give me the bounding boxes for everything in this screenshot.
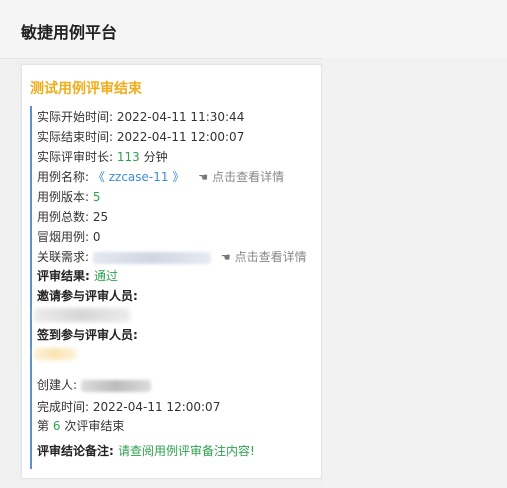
creator-label: 创建人: — [37, 378, 78, 392]
card-title: 测试用例评审结束 — [30, 81, 142, 97]
case-name-open: 《 — [92, 170, 105, 184]
creator-row: 创建人: — [37, 377, 151, 393]
creator-redacted — [80, 379, 151, 392]
round-prefix: 第 — [37, 419, 50, 433]
remark-label: 评审结论备注: — [37, 444, 114, 458]
remark-link[interactable]: 请查阅用例评审备注内容! — [118, 444, 255, 458]
requirement-detail-link[interactable]: ☚ 点击查看详情 — [221, 250, 307, 264]
case-name-row: 用例名称: 《 zzcase-11 》 ☚ 点击查看详情 — [37, 169, 284, 186]
round-suffix: 次评审结束 — [64, 419, 125, 433]
start-time-label: 实际开始时间: — [37, 110, 114, 124]
total-row: 用例总数: 25 — [37, 209, 108, 225]
signed-label: 签到参与评审人员: — [37, 328, 138, 342]
pointing-hand-icon: ☚ — [220, 251, 231, 264]
case-name-label: 用例名称: — [37, 170, 90, 184]
round-value: 6 — [52, 419, 61, 433]
result-row: 评审结果: 通过 — [37, 268, 118, 284]
round-row: 第 6 次评审结束 — [37, 418, 124, 434]
done-time-value: 2022-04-11 12:00:07 — [92, 400, 221, 414]
start-time-value: 2022-04-11 11:30:44 — [116, 110, 245, 124]
empty-area — [322, 58, 507, 488]
invited-label: 邀请参与评审人员: — [37, 289, 138, 303]
result-label: 评审结果: — [37, 269, 90, 283]
invited-members-redacted — [34, 308, 130, 322]
requirement-detail-text: 点击查看详情 — [234, 250, 307, 264]
version-value: 5 — [92, 190, 101, 204]
end-time-label: 实际结束时间: — [37, 130, 114, 144]
duration-unit: 分钟 — [143, 150, 168, 164]
pointing-hand-icon: ☚ — [198, 171, 209, 184]
end-time-row: 实际结束时间: 2022-04-11 12:00:07 — [37, 129, 244, 145]
duration-value: 113 — [116, 150, 140, 164]
case-name-link[interactable]: zzcase-11 — [109, 170, 169, 184]
smoke-row: 冒烟用例: 0 — [37, 229, 101, 245]
smoke-label: 冒烟用例: — [37, 230, 90, 244]
remark-row: 评审结论备注: 请查阅用例评审备注内容! — [37, 443, 255, 459]
total-value: 25 — [92, 210, 109, 224]
signed-members-redacted — [34, 348, 76, 360]
review-result-card: 测试用例评审结束 实际开始时间: 2022-04-11 11:30:44 实际结… — [21, 64, 322, 479]
done-time-label: 完成时间: — [37, 400, 90, 414]
case-detail-text: 点击查看详情 — [212, 170, 285, 184]
app-title: 敏捷用例平台 — [21, 23, 118, 42]
duration-label: 实际评审时长: — [37, 150, 114, 164]
total-label: 用例总数: — [37, 210, 90, 224]
case-detail-link[interactable]: ☚ 点击查看详情 — [198, 170, 284, 184]
requirement-label: 关联需求: — [37, 250, 90, 264]
result-value: 通过 — [94, 269, 119, 283]
version-label: 用例版本: — [37, 190, 90, 204]
section-bar-meta — [30, 377, 32, 469]
duration-row: 实际评审时长: 113 分钟 — [37, 149, 168, 165]
smoke-value: 0 — [92, 230, 101, 244]
case-name-close: 》 — [172, 170, 185, 184]
requirement-row: 关联需求: ☚ 点击查看详情 — [37, 249, 307, 266]
done-time-row: 完成时间: 2022-04-11 12:00:07 — [37, 399, 220, 415]
top-header: 敏捷用例平台 — [0, 0, 507, 59]
end-time-value: 2022-04-11 12:00:07 — [116, 130, 245, 144]
requirement-redacted — [92, 251, 211, 264]
version-row: 用例版本: 5 — [37, 189, 101, 205]
start-time-row: 实际开始时间: 2022-04-11 11:30:44 — [37, 109, 244, 125]
